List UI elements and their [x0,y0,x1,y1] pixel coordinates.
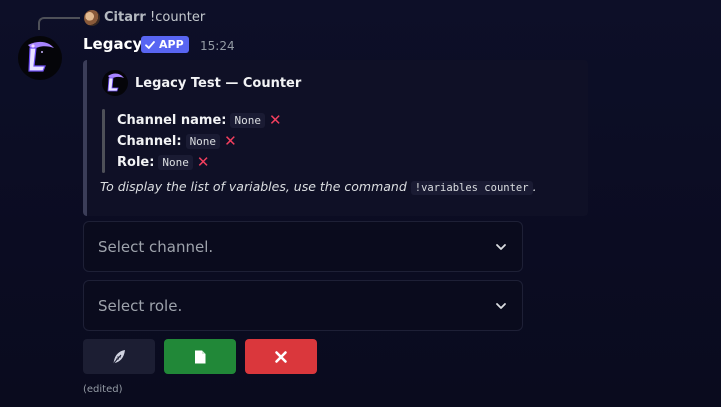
field-label: Channel name: [117,112,227,128]
select-channel[interactable]: Select channel. [83,221,523,272]
cross-mark-icon: ✕ [268,110,282,129]
blockquote-bar [102,109,105,173]
field-value: None [158,154,193,170]
embed-footnote: To display the list of variables, use th… [100,179,537,195]
feather-icon [112,349,125,364]
cross-mark-icon: ✕ [196,152,210,171]
field-label: Role: [117,154,155,170]
file-icon [195,350,206,363]
embed-title: Legacy Test — Counter [135,76,302,91]
edited-label: (edited) [83,384,123,395]
select-channel-placeholder: Select channel. [98,237,214,256]
save-button[interactable] [164,339,236,374]
footnote-suffix: . [532,179,537,194]
reply-connector [38,17,80,30]
footnote-text: To display the list of variables, use th… [100,179,407,194]
close-icon [275,350,287,363]
cancel-button[interactable] [245,339,317,374]
field-channel: Channel: None ✕ [117,132,237,150]
field-value: None [230,112,265,128]
chevron-down-icon [496,243,506,250]
embed-author-icon [102,70,128,96]
chevron-down-icon [496,302,506,309]
field-value: None [185,133,221,149]
app-badge-label: APP [159,38,184,51]
message-author[interactable]: Legacy [83,35,142,53]
field-channel-name: Channel name: None ✕ [117,111,282,129]
footnote-command: !variables counter [410,181,533,195]
message-view: Citarr !counter Legacy APP 15:24 Legacy … [0,0,721,407]
app-badge: APP [141,36,189,53]
cross-mark-icon: ✕ [224,131,237,150]
timestamp: 15:24 [200,39,235,53]
reply-author[interactable]: Citarr [104,10,146,25]
field-role: Role: None ✕ [117,153,210,171]
field-label: Channel: [117,133,182,149]
embed-card: Legacy Test — Counter Channel name: None… [83,60,588,216]
avatar[interactable] [18,36,62,80]
edit-button[interactable] [83,339,155,374]
reply-text[interactable]: !counter [150,10,205,25]
select-role[interactable]: Select role. [83,280,523,331]
reply-avatar[interactable] [84,10,100,26]
select-role-placeholder: Select role. [98,296,183,315]
check-icon [145,40,155,49]
